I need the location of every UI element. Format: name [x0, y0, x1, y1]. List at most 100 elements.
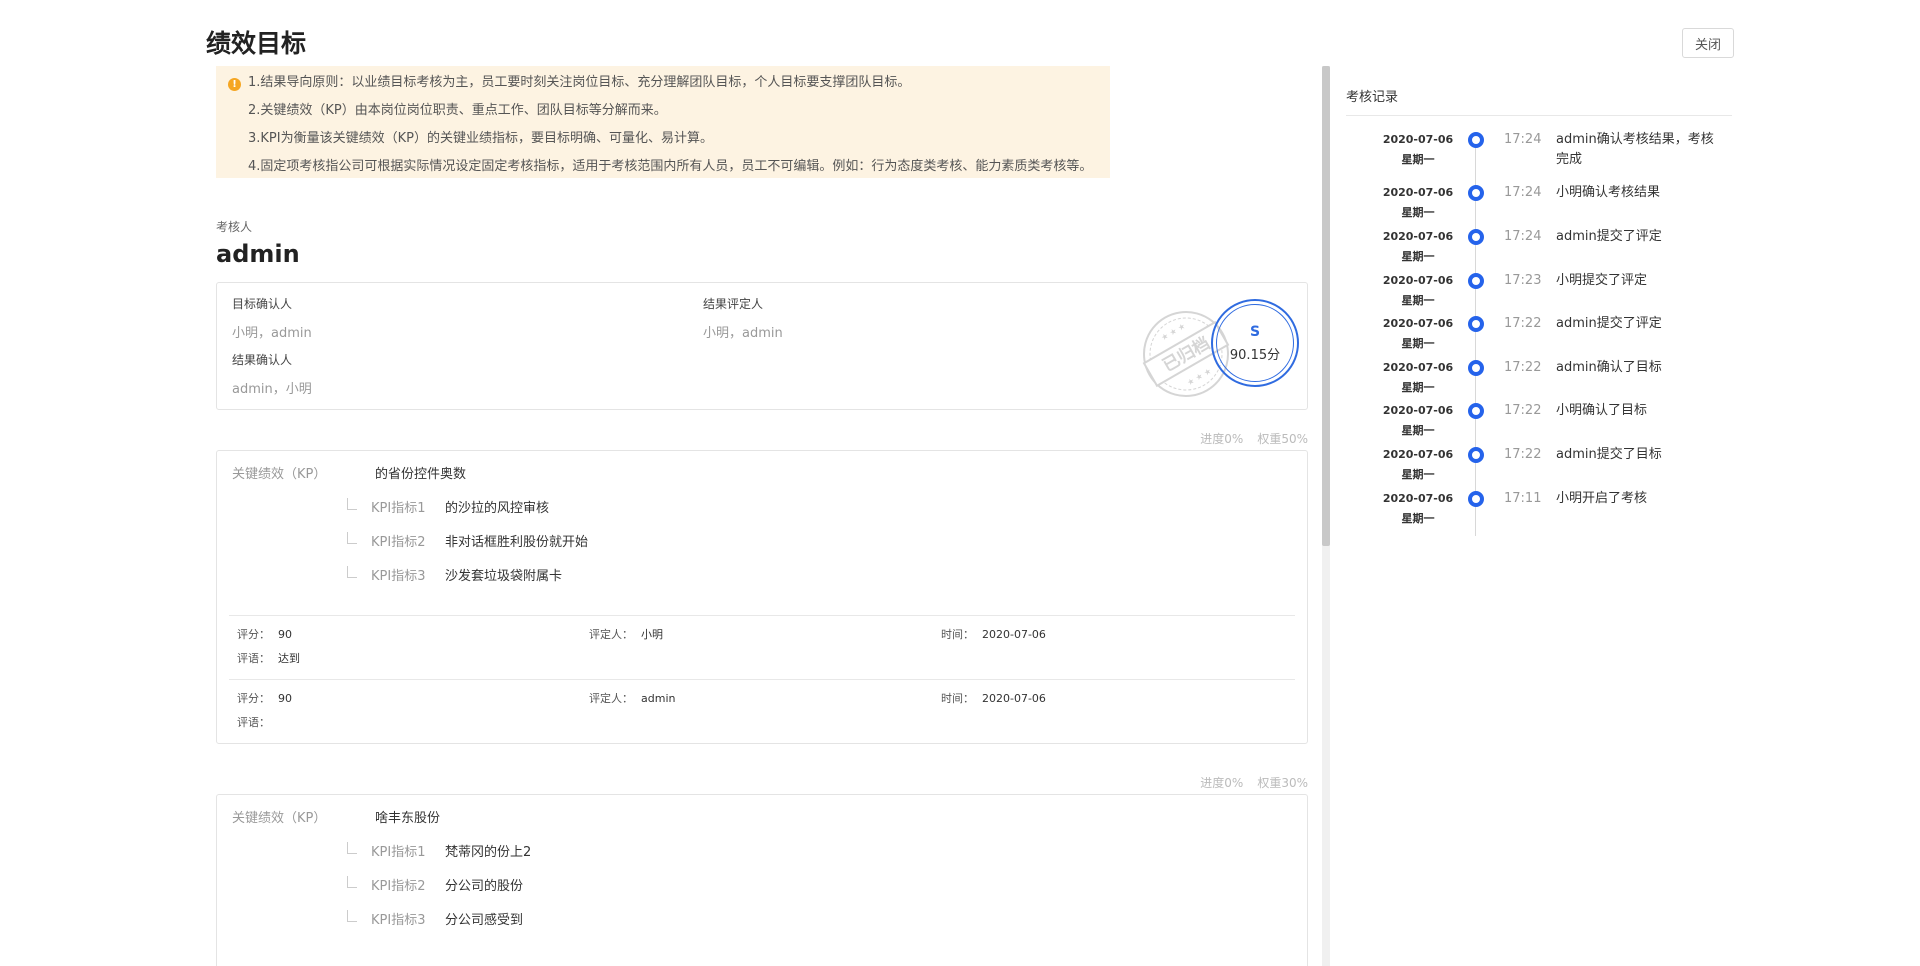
- timeline-time: 17:24: [1504, 229, 1542, 244]
- reviewer-info-card: 目标确认人 小明，admin 结果评定人 小明，admin 结果确认人 admi…: [216, 282, 1308, 410]
- timeline-dot-icon: [1468, 491, 1484, 507]
- weight-text: 权重30%: [1257, 776, 1308, 790]
- divider: [1346, 115, 1732, 116]
- timeline-time: 17:24: [1504, 185, 1542, 200]
- score-value: 90.15分: [1229, 347, 1281, 363]
- timeline-item: 2020-07-06 星期一 17:22 admin提交了目标: [1346, 445, 1736, 489]
- timeline-title: 考核记录: [1346, 90, 1399, 105]
- result-rater-label: 结果评定人: [703, 297, 764, 311]
- kp-head-label: 关键绩效（KP）: [232, 811, 327, 826]
- timeline-text: admin提交了目标: [1556, 447, 1662, 462]
- eval-rater: 评定人： admin: [589, 692, 676, 705]
- tree-branch-icon: [347, 910, 357, 922]
- tree-branch-icon: [347, 532, 357, 544]
- svg-text:★ ★ ★: ★ ★ ★: [1185, 366, 1213, 387]
- progress-text: 进度0%: [1200, 776, 1244, 790]
- notice-line: ! 1.结果导向原则：以业绩目标考核为主，员工要时刻关注岗位目标、充分理解团队目标…: [228, 70, 1096, 98]
- timeline-date: 2020-07-06 星期一: [1382, 492, 1454, 525]
- notice-box: ! 1.结果导向原则：以业绩目标考核为主，员工要时刻关注岗位目标、充分理解团队目标…: [216, 66, 1110, 178]
- timeline-dot-icon: [1468, 273, 1484, 289]
- kpi-row: KPI指标1 的沙拉的风控审核: [347, 497, 549, 516]
- timeline-dot-icon: [1468, 229, 1484, 245]
- kp-title: 的省份控件奥数: [375, 467, 467, 482]
- eval-comment: 评语：: [237, 716, 270, 729]
- notice-line: 2.关键绩效（KP）由本岗位岗位职责、重点工作、团队目标等分解而来。: [248, 103, 667, 118]
- result-confirm-label: 结果确认人: [232, 353, 293, 367]
- timeline-item: 2020-07-06 星期一 17:22 小明确认了目标: [1346, 401, 1736, 445]
- page-title: 绩效目标: [206, 29, 307, 58]
- timeline-time: 17:22: [1504, 360, 1542, 375]
- timeline-date: 2020-07-06 星期一: [1382, 317, 1454, 350]
- tree-branch-icon: [347, 498, 357, 510]
- timeline-dot-icon: [1468, 447, 1484, 463]
- kp-card: 关键绩效（KP） 啥丰东股份 KPI指标1 梵蒂冈的份上2 KPI指标2 分公司的股…: [216, 794, 1308, 966]
- kp-progress-row: 进度0% 权重50%: [1186, 430, 1308, 447]
- kpi-row: KPI指标2 分公司的股份: [347, 875, 523, 894]
- timeline-item: 2020-07-06 星期一 17:24 小明确认考核结果: [1346, 183, 1736, 227]
- timeline-dot-icon: [1468, 132, 1484, 148]
- timeline-date: 2020-07-06 星期一: [1382, 361, 1454, 394]
- timeline-date: 2020-07-06 星期一: [1382, 448, 1454, 481]
- timeline-item: 2020-07-06 星期一 17:24 admin提交了评定: [1346, 227, 1736, 271]
- score-grade: S: [1249, 323, 1261, 340]
- timeline-dot-icon: [1468, 316, 1484, 332]
- timeline-time: 17:11: [1504, 491, 1542, 506]
- timeline-date: 2020-07-06 星期一: [1382, 186, 1454, 219]
- notice-line: 4.固定项考核指公司可根据实际情况设定固定考核指标，适用于考核范围内所有人员，员…: [248, 159, 1093, 174]
- timeline-time: 17:22: [1504, 316, 1542, 331]
- target-confirm-value: 小明，admin: [232, 326, 312, 341]
- reviewer-name: admin: [216, 240, 300, 268]
- timeline-text: admin提交了评定: [1556, 229, 1662, 244]
- progress-text: 进度0%: [1200, 432, 1244, 446]
- evaluation-row: 评分： 90 评定人： 小明 时间： 2020-07-06 评语： 达到: [229, 615, 1295, 679]
- timeline-item: 2020-07-06 星期一 17:11 小明开启了考核: [1346, 489, 1736, 533]
- kpi-row: KPI指标3 沙发套垃圾袋附属卡: [347, 565, 562, 584]
- timeline-time: 17:22: [1504, 403, 1542, 418]
- vertical-scrollbar[interactable]: [1322, 66, 1330, 966]
- timeline-time: 17:24: [1504, 132, 1542, 147]
- result-rater-value: 小明，admin: [703, 326, 783, 341]
- eval-score: 评分： 90: [237, 692, 292, 705]
- result-confirm-value: admin，小明: [232, 382, 312, 397]
- eval-time: 时间： 2020-07-06: [941, 692, 1046, 705]
- timeline-item: 2020-07-06 星期一 17:24 admin确认考核结果，考核完成: [1346, 130, 1736, 174]
- main-content: ! 1.结果导向原则：以业绩目标考核为主，员工要时刻关注岗位目标、充分理解团队目标…: [206, 66, 1310, 966]
- kp-head-label: 关键绩效（KP）: [232, 467, 327, 482]
- score-badge: S 90.15分: [1211, 299, 1299, 387]
- eval-score: 评分： 90: [237, 628, 292, 641]
- kp-card: 关键绩效（KP） 的省份控件奥数 KPI指标1 的沙拉的风控审核 KPI指标2 非对…: [216, 450, 1308, 744]
- timeline-text: 小明确认了目标: [1556, 403, 1648, 418]
- eval-time: 时间： 2020-07-06: [941, 628, 1046, 641]
- timeline-date: 2020-07-06 星期一: [1382, 404, 1454, 437]
- kpi-row: KPI指标2 非对话框胜利股份就开始: [347, 531, 588, 550]
- timeline-date: 2020-07-06 星期一: [1382, 133, 1454, 166]
- timeline-time: 17:23: [1504, 273, 1542, 288]
- timeline-text: admin确认考核结果，考核完成: [1556, 132, 1714, 167]
- weight-text: 权重50%: [1257, 432, 1308, 446]
- evaluation-row: 评分： 90 评定人： admin 时间： 2020-07-06 评语：: [229, 679, 1295, 743]
- timeline-text: admin提交了评定: [1556, 316, 1662, 331]
- timeline-text: 小明提交了评定: [1556, 273, 1648, 288]
- svg-text:★ ★ ★: ★ ★ ★: [1159, 321, 1187, 342]
- result-confirm-block: 结果确认人 admin，小明: [232, 351, 312, 397]
- close-button[interactable]: 关闭: [1682, 28, 1734, 58]
- scrollbar-thumb[interactable]: [1322, 66, 1330, 546]
- tree-branch-icon: [347, 566, 357, 578]
- result-rater-block: 结果评定人 小明，admin: [703, 295, 783, 341]
- timeline-text: admin确认了目标: [1556, 360, 1662, 375]
- reviewer-label: 考核人: [216, 220, 253, 234]
- timeline-item: 2020-07-06 星期一 17:22 admin提交了评定: [1346, 314, 1736, 358]
- eval-comment: 评语： 达到: [237, 652, 300, 665]
- timeline-text: 小明确认考核结果: [1556, 185, 1661, 200]
- warning-icon: !: [228, 78, 241, 91]
- kpi-row: KPI指标1 梵蒂冈的份上2: [347, 841, 531, 860]
- eval-rater: 评定人： 小明: [589, 628, 663, 641]
- kp-title: 啥丰东股份: [375, 811, 441, 826]
- timeline-dot-icon: [1468, 360, 1484, 376]
- tree-branch-icon: [347, 876, 357, 888]
- timeline-item: 2020-07-06 星期一 17:23 小明提交了评定: [1346, 271, 1736, 315]
- kp-progress-row: 进度0% 权重30%: [1186, 774, 1308, 791]
- kpi-row: KPI指标3 分公司感受到: [347, 909, 523, 928]
- timeline-item: 2020-07-06 星期一 17:22 admin确认了目标: [1346, 358, 1736, 402]
- notice-line: 3.KPI为衡量该关键绩效（KP）的关键业绩指标，要目标明确、可量化、易计算。: [248, 131, 713, 146]
